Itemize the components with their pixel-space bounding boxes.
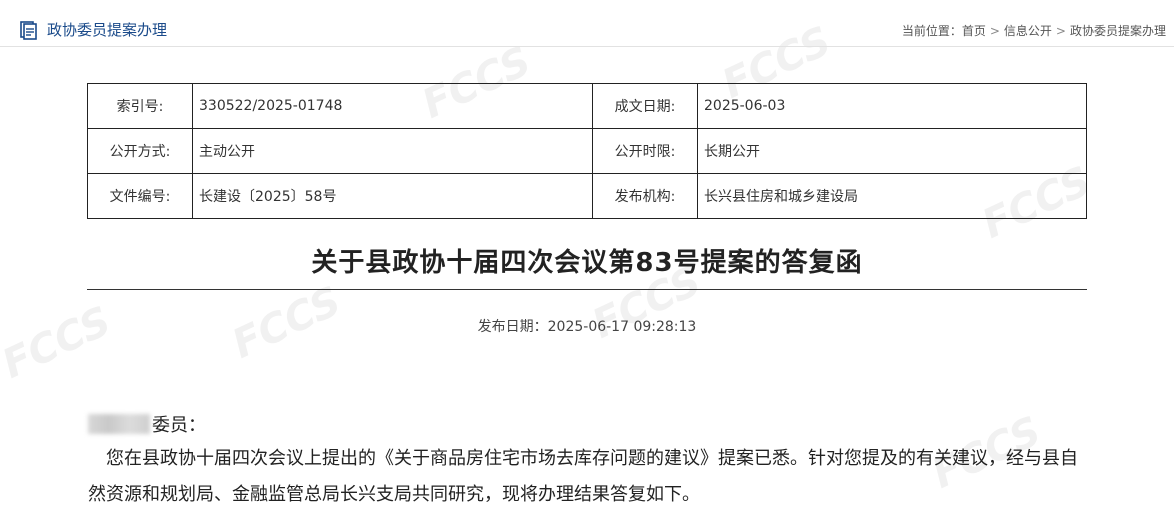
- disclosure-method-label: 公开方式:: [87, 128, 193, 174]
- breadcrumb-prefix: 当前位置：: [901, 24, 962, 38]
- issuing-agency-value: 长兴县住房和城乡建设局: [697, 173, 1087, 219]
- publish-date: 发布日期：2025-06-17 09:28:13: [477, 319, 697, 335]
- breadcrumb: 当前位置： 首页 > 信息公开 > 政协委员提案办理: [902, 22, 1166, 39]
- greeting-suffix: 委员：: [152, 415, 206, 436]
- redacted-name: [88, 414, 150, 434]
- breadcrumb-separator: >: [1055, 23, 1066, 38]
- section-label: 政协委员提案办理: [47, 21, 168, 39]
- document-meta-table: 索引号: 330522/2025-01748 成文日期: 2025-06-03 …: [87, 83, 1087, 219]
- breadcrumb-info-public[interactable]: 信息公开: [1004, 22, 1052, 39]
- page-header: 政协委员提案办理 当前位置： 首页 > 信息公开 > 政协委员提案办理: [0, 0, 1174, 60]
- index-number-label: 索引号:: [87, 83, 193, 129]
- disclosure-term-label: 公开时限:: [592, 128, 698, 174]
- watermark: FCCS: [0, 298, 118, 388]
- header-divider: [0, 46, 1174, 47]
- disclosure-method-value: 主动公开: [192, 128, 593, 174]
- file-number-label: 文件编号:: [87, 173, 193, 219]
- section-title: 政协委员提案办理: [18, 19, 167, 40]
- index-number-value: 330522/2025-01748: [192, 83, 593, 129]
- document-icon: [18, 20, 38, 40]
- breadcrumb-current[interactable]: 政协委员提案办理: [1070, 22, 1166, 39]
- table-row: 索引号: 330522/2025-01748 成文日期: 2025-06-03: [87, 83, 1087, 129]
- document-title: 关于县政协十届四次会议第83号提案的答复函: [311, 248, 863, 278]
- breadcrumb-separator: >: [989, 23, 1000, 38]
- written-date-label: 成文日期:: [592, 83, 698, 129]
- written-date-value: 2025-06-03: [697, 83, 1087, 129]
- table-row: 公开方式: 主动公开 公开时限: 长期公开: [87, 128, 1087, 174]
- title-divider: [87, 289, 1087, 290]
- issuing-agency-label: 发布机构:: [592, 173, 698, 219]
- body-paragraph: 您在县政协十届四次会议上提出的《关于商品房住宅市场去库存问题的建议》提案已悉。针…: [88, 448, 1078, 505]
- greeting: 委员：: [88, 411, 206, 437]
- file-number-value: 长建设〔2025〕58号: [192, 173, 593, 219]
- disclosure-term-value: 长期公开: [697, 128, 1087, 174]
- breadcrumb-home[interactable]: 首页: [962, 22, 986, 39]
- table-row: 文件编号: 长建设〔2025〕58号 发布机构: 长兴县住房和城乡建设局: [87, 173, 1087, 219]
